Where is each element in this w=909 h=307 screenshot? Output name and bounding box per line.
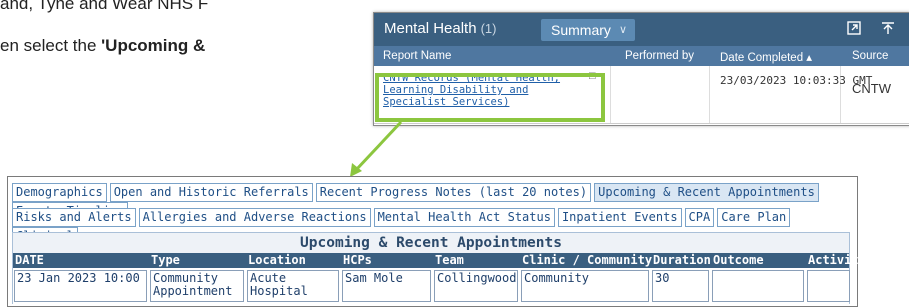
column-header-outcome: Outcome bbox=[713, 253, 764, 267]
table-cell-duration: 30 bbox=[652, 270, 709, 302]
tab-recent-progress-notes-last-20-notes[interactable]: Recent Progress Notes (last 20 notes) bbox=[315, 183, 592, 202]
column-header-hcps: HCPs bbox=[343, 253, 372, 267]
tab-mental-health-act-status[interactable]: Mental Health Act Status bbox=[373, 208, 555, 227]
tab-allergies-and-adverse-reactions[interactable]: Allergies and Adverse Reactions bbox=[138, 208, 371, 227]
section-title: Upcoming & Recent Appointments bbox=[300, 235, 562, 251]
table-cell-clinic-community: Community bbox=[521, 270, 649, 302]
tab-demographics[interactable]: Demographics bbox=[12, 183, 107, 202]
appointments-section: Upcoming & Recent Appointments DATE Type L… bbox=[12, 232, 866, 304]
tab-inpatient-events[interactable]: Inpatient Events bbox=[557, 208, 682, 227]
table-cell-location: Acute Hospital bbox=[247, 270, 339, 302]
column-header-type: Type bbox=[151, 253, 180, 267]
tab-risks-and-alerts[interactable]: Risks and Alerts bbox=[12, 208, 136, 227]
column-header-duration: Duration bbox=[653, 253, 711, 267]
table-cell-hcps: Sam Mole bbox=[342, 270, 431, 302]
table-row: 23 Jan 2023 10:00 Community Appointment Ac… bbox=[13, 268, 850, 304]
column-header-team: Team bbox=[435, 253, 464, 267]
column-header-date: DATE bbox=[15, 253, 44, 267]
table-cell-type: Community Appointment bbox=[150, 270, 244, 302]
table-cell-outcome bbox=[712, 270, 804, 302]
table-header: DATE Type Location HCPs Team Clinic / Communi… bbox=[13, 253, 866, 268]
table-cell-activity bbox=[807, 270, 850, 302]
column-header-location: Location bbox=[248, 253, 306, 267]
records-panel: Demographics Open and Historic Referrals R… bbox=[7, 176, 866, 307]
column-header-activity: Activity bbox=[808, 253, 866, 267]
table-cell-team: Collingwood bbox=[434, 270, 518, 302]
tab-open-and-historic-referrals[interactable]: Open and Historic Referrals bbox=[109, 183, 313, 202]
tab-care-plan[interactable]: Care Plan bbox=[717, 208, 791, 227]
column-header-clinic-community: Clinic / Community bbox=[522, 253, 653, 267]
table-cell-date: 23 Jan 2023 10:00 bbox=[14, 270, 147, 302]
tab-upcoming-recent-appointments[interactable]: Upcoming & Recent Appointments bbox=[594, 183, 819, 202]
tab-cpa[interactable]: CPA bbox=[684, 208, 715, 227]
